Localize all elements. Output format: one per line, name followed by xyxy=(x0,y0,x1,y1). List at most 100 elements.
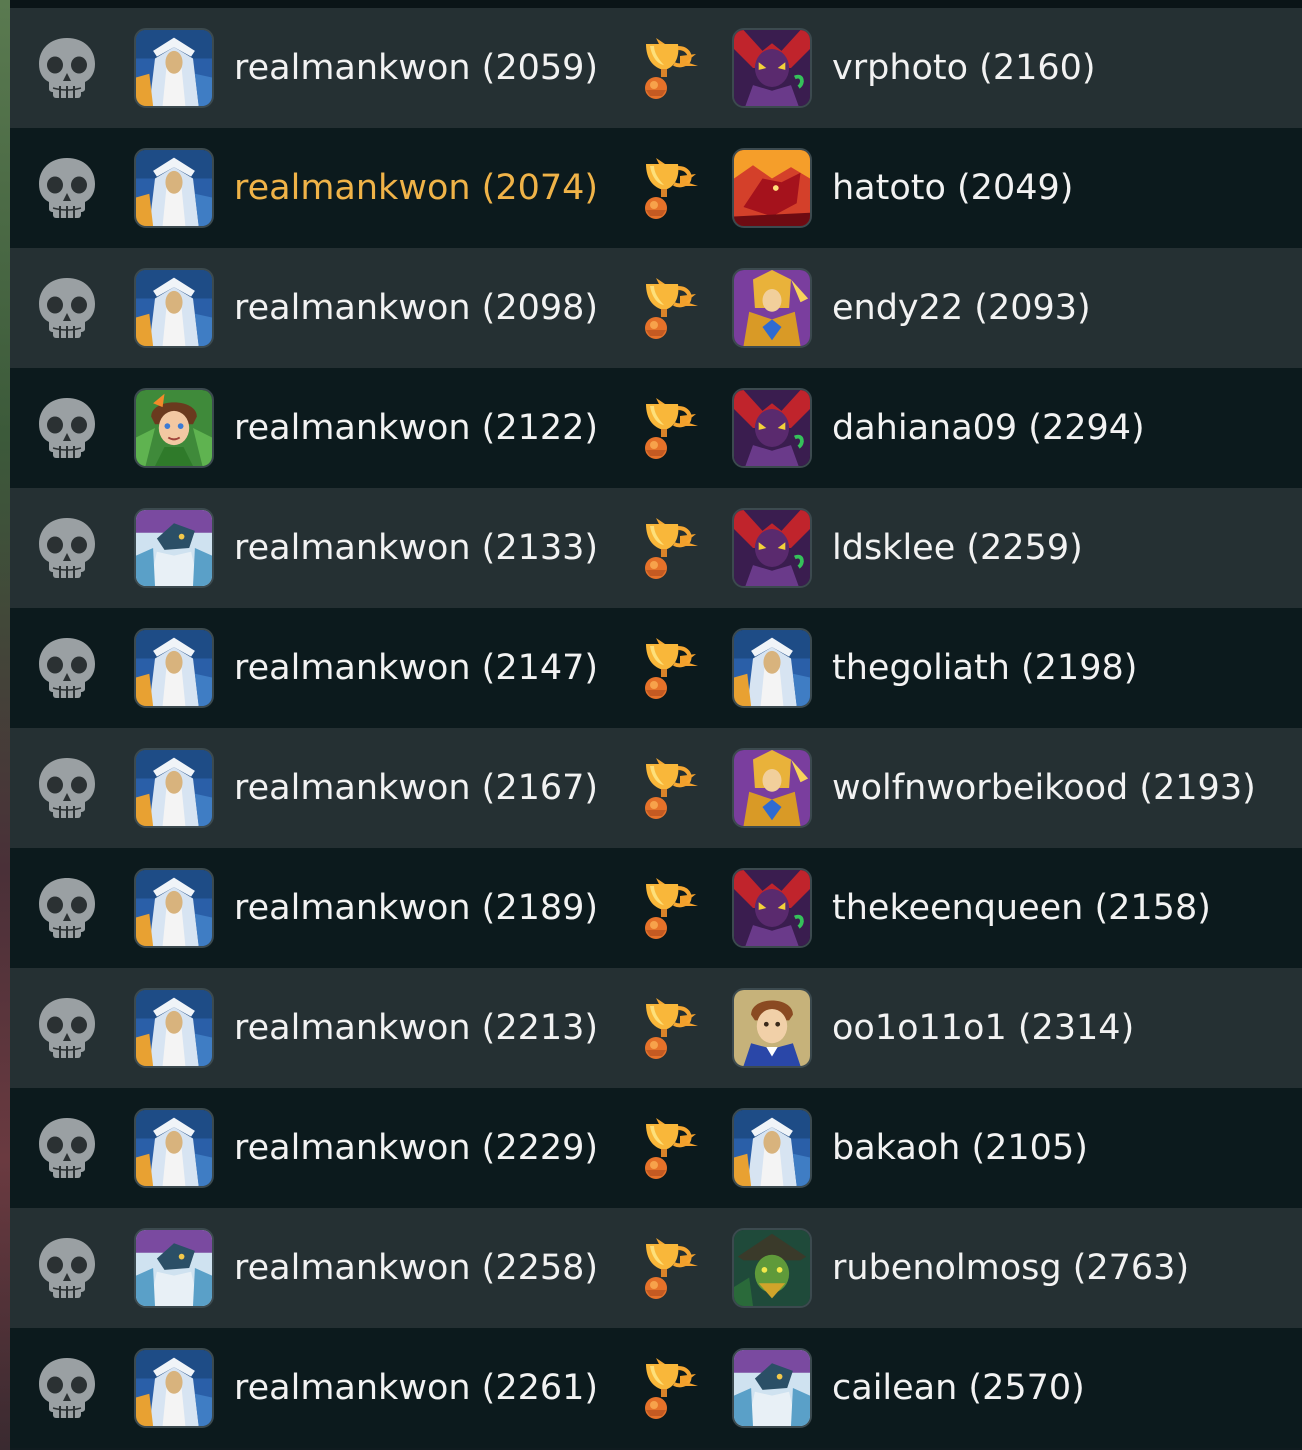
player-name[interactable]: realmankwon (2133) xyxy=(234,488,598,608)
battle-history-list: realmankwon (2059) vrphoto (2160) realma… xyxy=(10,0,1302,1450)
player-name[interactable]: realmankwon (2122) xyxy=(234,368,598,488)
opponent-name[interactable]: vrphoto (2160) xyxy=(832,8,1096,128)
opponent-name[interactable]: oo1o11o1 (2314) xyxy=(832,968,1134,1088)
wizard-portrait xyxy=(136,270,212,346)
trophy-icon xyxy=(634,874,700,944)
trophy-icon xyxy=(634,1234,700,1304)
opponent-avatar[interactable] xyxy=(732,388,812,468)
opponent-avatar[interactable] xyxy=(732,268,812,348)
trophy-icon xyxy=(634,514,700,584)
player-avatar[interactable] xyxy=(134,268,214,348)
opponent-avatar[interactable] xyxy=(732,868,812,948)
player-name[interactable]: realmankwon (2213) xyxy=(234,968,598,1088)
player-name[interactable]: realmankwon (2059) xyxy=(234,8,598,128)
dragon-sage-portrait xyxy=(734,1350,810,1426)
skull-icon xyxy=(36,1356,98,1420)
wizard-portrait xyxy=(136,870,212,946)
opponent-name[interactable]: hatoto (2049) xyxy=(832,128,1073,248)
opponent-name[interactable]: dahiana09 (2294) xyxy=(832,368,1145,488)
trophy-icon xyxy=(634,154,700,224)
trophy-icon xyxy=(634,1114,700,1184)
opponent-avatar[interactable] xyxy=(732,988,812,1068)
opponent-avatar[interactable] xyxy=(732,748,812,828)
background-edge xyxy=(0,0,10,1450)
skull-icon xyxy=(36,756,98,820)
earth-elf-portrait xyxy=(136,390,212,466)
fire-dragon-portrait xyxy=(734,150,810,226)
golden-knight-portrait xyxy=(734,270,810,346)
opponent-avatar[interactable] xyxy=(732,28,812,108)
dragon-sage-portrait xyxy=(136,510,212,586)
wizard-portrait xyxy=(734,1110,810,1186)
opponent-name[interactable]: cailean (2570) xyxy=(832,1328,1085,1448)
player-avatar[interactable] xyxy=(134,988,214,1068)
battle-row[interactable]: realmankwon (2229) bakaoh (2105) xyxy=(10,1088,1302,1208)
skull-icon xyxy=(36,1116,98,1180)
trophy-icon xyxy=(634,274,700,344)
player-avatar[interactable] xyxy=(134,868,214,948)
trophy-icon xyxy=(634,34,700,104)
player-name[interactable]: realmankwon (2261) xyxy=(234,1328,598,1448)
opponent-name[interactable]: rubenolmosg (2763) xyxy=(832,1208,1189,1328)
player-name[interactable]: realmankwon (2167) xyxy=(234,728,598,848)
opponent-avatar[interactable] xyxy=(732,148,812,228)
player-avatar[interactable] xyxy=(134,628,214,708)
player-name[interactable]: realmankwon (2074) xyxy=(234,128,598,248)
opponent-name[interactable]: ldsklee (2259) xyxy=(832,488,1083,608)
wizard-portrait xyxy=(734,630,810,706)
opponent-avatar[interactable] xyxy=(732,1348,812,1428)
player-avatar[interactable] xyxy=(134,1228,214,1308)
wizard-portrait xyxy=(136,990,212,1066)
opponent-name[interactable]: endy22 (2093) xyxy=(832,248,1091,368)
player-name[interactable]: realmankwon (2189) xyxy=(234,848,598,968)
opponent-name[interactable]: thegoliath (2198) xyxy=(832,608,1137,728)
opponent-name[interactable]: bakaoh (2105) xyxy=(832,1088,1088,1208)
battle-row[interactable]: realmankwon (2189) thekeenqueen (2158) xyxy=(10,848,1302,968)
player-name[interactable]: realmankwon (2229) xyxy=(234,1088,598,1208)
trophy-icon xyxy=(634,394,700,464)
battle-row[interactable]: realmankwon (2122) dahiana09 (2294) xyxy=(10,368,1302,488)
skull-icon xyxy=(36,276,98,340)
battle-row[interactable]: realmankwon (2261) cailean (2570) xyxy=(10,1328,1302,1448)
player-avatar[interactable] xyxy=(134,28,214,108)
wizard-portrait xyxy=(136,30,212,106)
skull-icon xyxy=(36,876,98,940)
battle-row[interactable]: realmankwon (2147) thegoliath (2198) xyxy=(10,608,1302,728)
dragon-sage-portrait xyxy=(136,1230,212,1306)
wizard-portrait xyxy=(136,750,212,826)
player-avatar[interactable] xyxy=(134,148,214,228)
opponent-avatar[interactable] xyxy=(732,508,812,588)
opponent-avatar[interactable] xyxy=(732,628,812,708)
skull-icon xyxy=(36,516,98,580)
green-witch-portrait xyxy=(734,1230,810,1306)
battle-row[interactable]: realmankwon (2133) ldsklee (2259) xyxy=(10,488,1302,608)
battle-row[interactable]: realmankwon (2059) vrphoto (2160) xyxy=(10,8,1302,128)
opponent-avatar[interactable] xyxy=(732,1108,812,1188)
demon-portrait xyxy=(734,30,810,106)
player-name[interactable]: realmankwon (2258) xyxy=(234,1208,598,1328)
player-avatar[interactable] xyxy=(134,748,214,828)
opponent-name[interactable]: wolfnworbeikood (2193) xyxy=(832,728,1256,848)
skull-icon xyxy=(36,36,98,100)
player-avatar[interactable] xyxy=(134,508,214,588)
list-top-edge xyxy=(10,0,1302,8)
battle-row[interactable]: realmankwon (2098) endy22 (2093) xyxy=(10,248,1302,368)
player-name[interactable]: realmankwon (2098) xyxy=(234,248,598,368)
skull-icon xyxy=(36,156,98,220)
player-avatar[interactable] xyxy=(134,388,214,468)
opponent-avatar[interactable] xyxy=(732,1228,812,1308)
battle-row[interactable]: realmankwon (2167) wolfnworbeikood (2193… xyxy=(10,728,1302,848)
skull-icon xyxy=(36,636,98,700)
opponent-name[interactable]: thekeenqueen (2158) xyxy=(832,848,1211,968)
battle-row[interactable]: realmankwon (2074) hatoto (2049) xyxy=(10,128,1302,248)
wizard-portrait xyxy=(136,630,212,706)
player-name[interactable]: realmankwon (2147) xyxy=(234,608,598,728)
young-noble-portrait xyxy=(734,990,810,1066)
demon-portrait xyxy=(734,870,810,946)
player-avatar[interactable] xyxy=(134,1348,214,1428)
battle-row[interactable]: realmankwon (2258) rubenolmosg (2763) xyxy=(10,1208,1302,1328)
battle-row[interactable]: realmankwon (2213) oo1o11o1 (2314) xyxy=(10,968,1302,1088)
player-avatar[interactable] xyxy=(134,1108,214,1188)
wizard-portrait xyxy=(136,150,212,226)
trophy-icon xyxy=(634,634,700,704)
